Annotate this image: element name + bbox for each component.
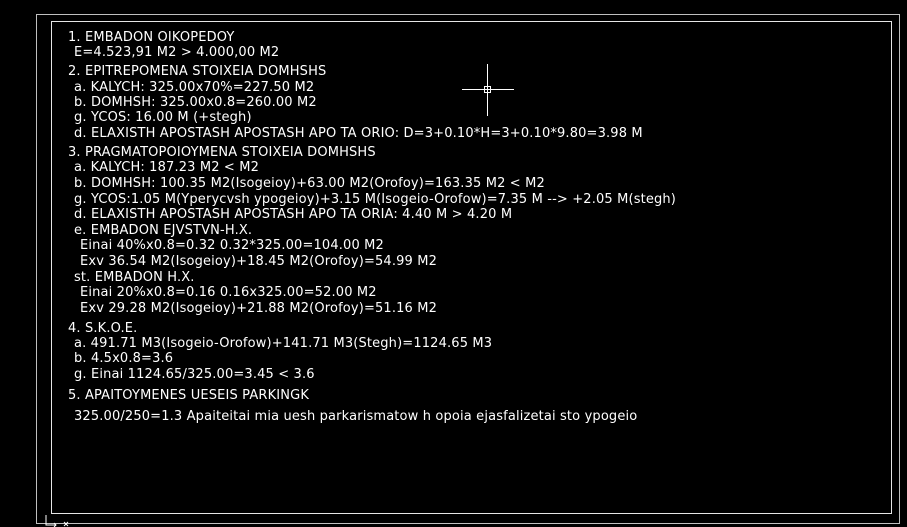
ucs-icon bbox=[45, 515, 69, 527]
semi-outdoor-allowed: Einai 20%x0.8=0.16 0.16x325.00=52.00 M2 bbox=[80, 285, 377, 300]
heading-plot-area: 1. EMBADON OIKOPEDOY bbox=[68, 30, 235, 45]
heading-semi-outdoor-area: st. EMBADON H.X. bbox=[74, 270, 195, 285]
heading-actual-building: 3. PRAGMATOPOIOYMENA STOIXEIA DOMHSHS bbox=[68, 145, 376, 160]
crosshair-cursor-icon bbox=[462, 64, 514, 116]
semi-outdoor-actual: Exv 29.28 M2(Isogeioy)+21.88 M2(Orofoy)=… bbox=[80, 301, 438, 316]
cad-drawing-viewport[interactable]: 1. EMBADON OIKOPEDOY E=4.523,91 M2 > 4.0… bbox=[0, 0, 907, 527]
outdoor-area-actual: Exv 36.54 M2(Isogeioy)+18.45 M2(Orofoy)=… bbox=[80, 254, 438, 269]
skoe-volume: a. 491.71 M3(Isogeio-Orofow)+141.71 M3(S… bbox=[74, 336, 493, 351]
heading-parking: 5. APAITOYMENES UESEIS PARKINGK bbox=[68, 388, 309, 403]
outdoor-area-allowed: Einai 40%x0.8=0.32 0.32*325.00=104.00 M2 bbox=[80, 238, 384, 253]
skoe-actual: g. Einai 1124.65/325.00=3.45 < 3.6 bbox=[74, 367, 315, 382]
heading-skoe: 4. S.K.O.E. bbox=[68, 321, 138, 336]
heading-permitted-building: 2. EPITREPOMENA STOIXEIA DOMHSHS bbox=[68, 64, 327, 79]
permitted-min-distance: d. ELAXISTH APOSTASH APOSTASH APO TA ORI… bbox=[74, 126, 643, 141]
permitted-coverage: a. KALYCH: 325.00x70%=227.50 M2 bbox=[74, 80, 315, 95]
skoe-allowed: b. 4.5x0.8=3.6 bbox=[74, 351, 174, 366]
actual-coverage: a. KALYCH: 187.23 M2 < M2 bbox=[74, 160, 260, 175]
permitted-height: g. YCOS: 16.00 M (+stegh) bbox=[74, 110, 252, 125]
permitted-building: b. DOMHSH: 325.00x0.8=260.00 M2 bbox=[74, 95, 317, 110]
actual-min-distance: d. ELAXISTH APOSTASH APOSTASH APO TA ORI… bbox=[74, 207, 513, 222]
parking-requirement: 325.00/250=1.3 Apaiteitai mia uesh parka… bbox=[74, 409, 638, 424]
actual-building: b. DOMHSH: 100.35 M2(Isogeioy)+63.00 M2(… bbox=[74, 176, 545, 191]
actual-height: g. YCOS:1.05 M(Yperycvsh ypogeioy)+3.15 … bbox=[74, 192, 677, 207]
plot-area-value: E=4.523,91 M2 > 4.000,00 M2 bbox=[74, 45, 280, 60]
heading-outdoor-area: e. EMBADON EJVSTVN-H.X. bbox=[74, 223, 253, 238]
